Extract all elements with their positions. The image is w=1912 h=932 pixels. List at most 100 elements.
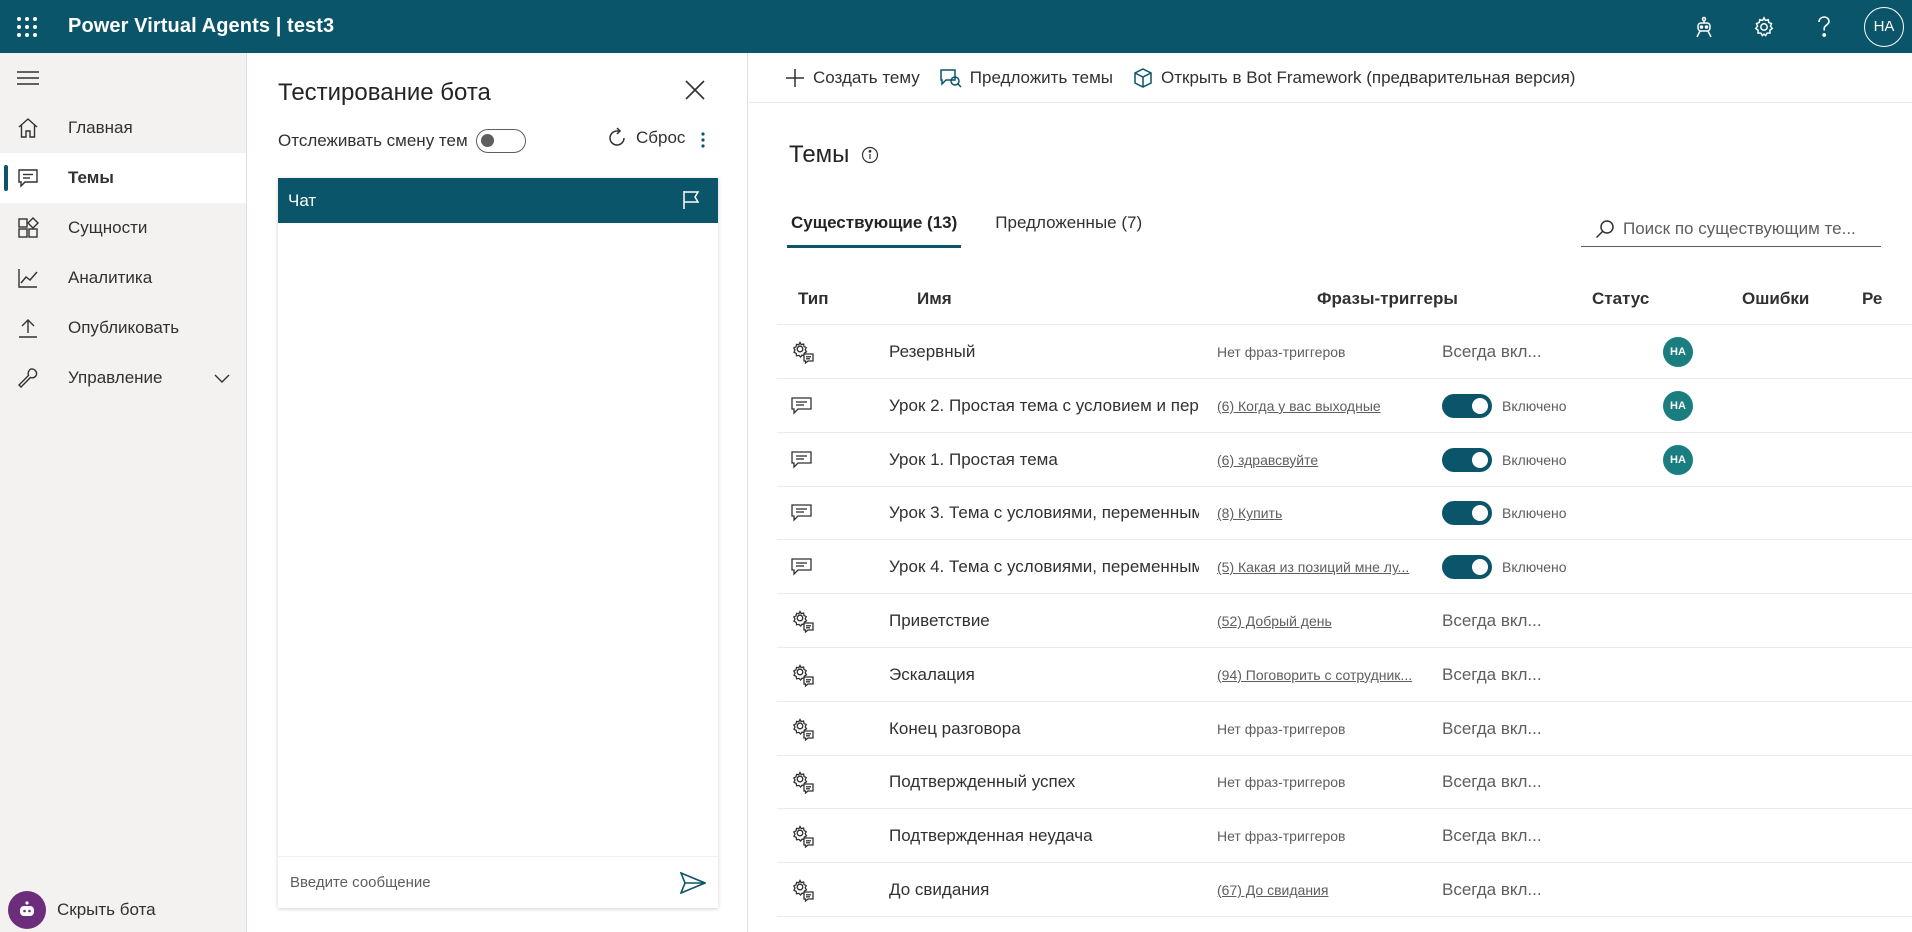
- gear-icon[interactable]: [1734, 0, 1794, 53]
- info-icon[interactable]: [861, 146, 879, 164]
- help-icon[interactable]: [1794, 0, 1854, 53]
- topic-name[interactable]: Эскалация: [889, 648, 1199, 702]
- column-triggers[interactable]: Фразы-триггеры: [1317, 289, 1458, 309]
- topic-status: Всегда вкл...: [1442, 755, 1592, 809]
- sidebar-item-label: Опубликовать: [68, 318, 180, 337]
- system-topic-icon: [791, 325, 851, 379]
- table-row[interactable]: До свидания (67) До свидания Всегда вкл...: [777, 863, 1912, 917]
- topic-name[interactable]: Урок 4. Тема с условиями, переменными и.…: [889, 540, 1199, 594]
- topic-triggers[interactable]: (6) здравсвуйте: [1217, 433, 1447, 487]
- hamburger-icon[interactable]: [0, 53, 246, 103]
- top-bar: Power Virtual Agents | test3 НА: [0, 0, 1912, 53]
- wrench-icon: [0, 367, 68, 389]
- editor-avatar: НА: [1663, 379, 1693, 433]
- sidebar-item-topics[interactable]: Темы: [0, 153, 246, 203]
- home-icon: [0, 117, 68, 139]
- user-topic-icon: [791, 379, 851, 433]
- message-input[interactable]: Введите сообщение: [278, 856, 718, 908]
- column-status[interactable]: Статус: [1592, 289, 1649, 309]
- topic-triggers: Нет фраз-триггеров: [1217, 720, 1346, 737]
- topic-name[interactable]: Подтвержденная неудача: [889, 809, 1199, 863]
- topic-name[interactable]: До свидания: [889, 863, 1199, 917]
- topic-status: Всегда вкл...: [1442, 648, 1592, 702]
- system-topic-icon: [791, 755, 851, 809]
- column-errors[interactable]: Ошибки: [1742, 289, 1809, 309]
- close-icon[interactable]: [684, 79, 706, 106]
- status-text: Всегда вкл...: [1442, 826, 1542, 846]
- topic-name[interactable]: Конец разговора: [889, 702, 1199, 756]
- search-input[interactable]: Поиск по существующим те...: [1581, 211, 1881, 247]
- topic-name[interactable]: Урок 3. Тема с условиями, переменными и.…: [889, 486, 1199, 540]
- status-toggle[interactable]: [1442, 393, 1492, 418]
- topic-name[interactable]: Резервный: [889, 325, 1199, 379]
- editor-initials: НА: [1663, 444, 1693, 475]
- table-row[interactable]: Эскалация (94) Поговорить с сотрудник... В…: [777, 648, 1912, 702]
- table-row[interactable]: Подтвержденная неудача Нет фраз-триггеров…: [777, 809, 1912, 864]
- user-topic-icon: [791, 433, 851, 487]
- sidebar-item-home[interactable]: Главная: [0, 103, 246, 153]
- track-topics-toggle[interactable]: Отслеживать смену тем: [278, 129, 526, 153]
- topic-triggers[interactable]: (52) Добрый день: [1217, 594, 1447, 648]
- app-launcher-icon[interactable]: [0, 0, 54, 53]
- flag-icon[interactable]: [682, 190, 700, 215]
- app-title[interactable]: Power Virtual Agents | test3: [68, 15, 334, 38]
- topic-name[interactable]: Подтвержденный успех: [889, 755, 1199, 809]
- reset-label: Сброс: [636, 128, 686, 147]
- column-name[interactable]: Имя: [917, 289, 952, 309]
- hide-bot-button[interactable]: Скрыть бота: [8, 888, 156, 932]
- topic-name[interactable]: Приветствие: [889, 594, 1199, 648]
- table-row[interactable]: Урок 3. Тема с условиями, переменными и.…: [777, 486, 1912, 541]
- tab-suggested[interactable]: Предложенные (7): [991, 213, 1146, 248]
- tab-existing[interactable]: Существующие (13): [787, 213, 962, 248]
- reset-button[interactable]: Сброс: [606, 127, 685, 149]
- open-bot-framework-button[interactable]: Открыть в Bot Framework (предварительная…: [1133, 68, 1575, 88]
- topic-name[interactable]: Урок 2. Простая тема с условием и переме…: [889, 379, 1199, 433]
- suggest-topics-button[interactable]: Предложить темы: [940, 68, 1113, 88]
- status-toggle[interactable]: [1442, 501, 1492, 526]
- table-row[interactable]: Резервный Нет фраз-триггеров Всегда вкл...…: [777, 325, 1912, 379]
- table-row[interactable]: Приветствие (52) Добрый день Всегда вкл...: [777, 594, 1912, 648]
- status-text: Включено: [1502, 451, 1567, 468]
- search-placeholder: Поиск по существующим те...: [1623, 218, 1856, 238]
- chevron-down-icon[interactable]: [214, 369, 230, 389]
- column-editor[interactable]: Ре: [1862, 289, 1882, 309]
- sidebar-item-label: Главная: [68, 118, 133, 137]
- create-topic-button[interactable]: Создать тему: [785, 68, 920, 88]
- topic-status: Всегда вкл...: [1442, 702, 1592, 756]
- page-title-text: Темы: [789, 141, 850, 168]
- sidebar-item-manage[interactable]: Управление: [0, 353, 246, 403]
- system-topic-icon: [791, 702, 851, 756]
- topic-triggers[interactable]: (5) Какая из позиций мне лу...: [1217, 540, 1447, 594]
- table-row[interactable]: Конец разговора Нет фраз-триггеров Всегда …: [777, 702, 1912, 756]
- topic-triggers[interactable]: (94) Поговорить с сотрудник...: [1217, 648, 1447, 702]
- topic-name[interactable]: Урок 1. Простая тема: [889, 433, 1199, 487]
- command-bar: Создать тему Предложить темы Открыть в B…: [749, 53, 1912, 103]
- sidebar-item-label: Сущности: [68, 218, 148, 237]
- user-topic-icon: [791, 486, 851, 540]
- table-row[interactable]: Урок 2. Простая тема с условием и переме…: [777, 379, 1912, 433]
- table-row[interactable]: Урок 1. Простая тема (6) здравсвуйте Включ…: [777, 433, 1912, 487]
- status-toggle[interactable]: [1442, 447, 1492, 472]
- user-topic-icon: [791, 540, 851, 594]
- test-bot-panel: Тестирование бота Отслеживать смену тем …: [248, 53, 748, 932]
- bot-icon[interactable]: [1674, 0, 1734, 53]
- sidebar-item-label: Аналитика: [68, 268, 153, 287]
- chat-window: Чат Введите сообщение: [278, 178, 718, 908]
- topic-triggers[interactable]: (6) Когда у вас выходные: [1217, 379, 1447, 433]
- table-row[interactable]: Подтвержденный успех Нет фраз-триггеров Вс…: [777, 755, 1912, 810]
- sidebar-item-analytics[interactable]: Аналитика: [0, 253, 246, 303]
- column-type[interactable]: Тип: [798, 289, 828, 309]
- user-avatar[interactable]: НА: [1864, 6, 1904, 47]
- status-toggle[interactable]: [1442, 555, 1492, 580]
- sidebar-item-entities[interactable]: Сущности: [0, 203, 246, 253]
- sidebar-item-publish[interactable]: Опубликовать: [0, 303, 246, 353]
- topic-status: Включено: [1442, 433, 1592, 487]
- chat-title: Чат: [288, 190, 317, 210]
- open-bot-framework-label: Открыть в Bot Framework (предварительная…: [1161, 67, 1576, 87]
- topic-triggers[interactable]: (67) До свидания: [1217, 863, 1447, 917]
- topic-triggers[interactable]: (8) Купить: [1217, 486, 1447, 540]
- toggle-switch[interactable]: [475, 129, 526, 153]
- table-row[interactable]: Урок 4. Тема с условиями, переменными и.…: [777, 540, 1912, 595]
- more-options-icon[interactable]: [700, 131, 706, 154]
- send-icon[interactable]: [679, 871, 708, 898]
